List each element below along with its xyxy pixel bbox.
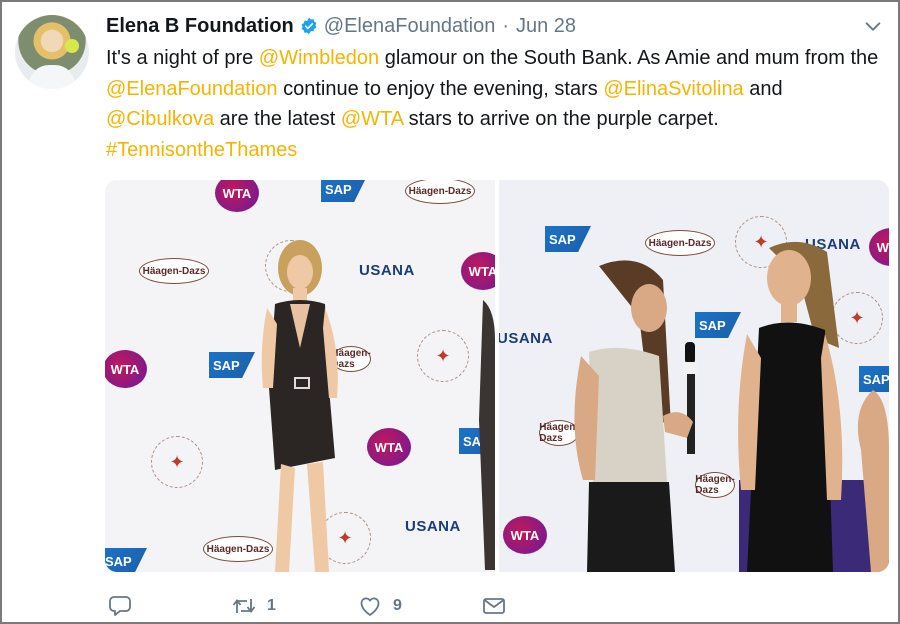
- wta-logo: WTA: [105, 350, 147, 388]
- sap-logo: SAP: [545, 226, 591, 252]
- dubai-duty-free-logo: ✦: [151, 436, 203, 488]
- reply-button[interactable]: [108, 590, 132, 622]
- usana-logo: USANA: [405, 518, 461, 535]
- tweet-text-segment: continue to enjoy the evening, stars: [277, 77, 604, 100]
- mention-link[interactable]: @Wimbledon: [259, 47, 379, 69]
- wta-logo: WTA: [461, 252, 495, 290]
- mention-link[interactable]: @ElenaFoundation: [106, 78, 278, 100]
- tweet-text-segment: It's a night of pre: [106, 47, 259, 69]
- mention-link[interactable]: @Cibulkova: [106, 108, 214, 130]
- tweet-text-segment: are the latest: [214, 108, 341, 130]
- sap-logo: SAP: [859, 366, 889, 392]
- tweet-text-segment: and: [743, 77, 783, 100]
- usana-logo: USANA: [359, 262, 415, 279]
- mention-link[interactable]: @ElinaSvitolina: [603, 78, 743, 100]
- tennis-ball-icon: [65, 39, 79, 53]
- interviewer-figure: [574, 260, 697, 572]
- wta-logo: WTA: [503, 516, 547, 554]
- reply-icon: [109, 596, 131, 616]
- avatar[interactable]: [15, 15, 89, 89]
- tweet-text-segment: glamour on the South Bank. As Amie and m…: [379, 47, 879, 69]
- wta-logo: WTA: [869, 228, 889, 266]
- haagen-dazs-logo: Häagen-Dazs: [139, 258, 209, 284]
- retweet-button[interactable]: 1: [232, 590, 276, 622]
- chevron-down-icon[interactable]: [862, 16, 884, 38]
- wta-logo: WTA: [367, 428, 411, 466]
- tweet-card: Elena B Foundation @ElenaFoundation · Ju…: [0, 0, 900, 624]
- player-black-top-figure: [738, 241, 843, 572]
- haagen-dazs-logo: Häagen-Dazs: [405, 180, 475, 204]
- like-button[interactable]: 9: [358, 590, 402, 622]
- author-handle[interactable]: @ElenaFoundation: [324, 15, 496, 38]
- retweet-count: 1: [267, 597, 276, 614]
- woman-black-dress-figure: [261, 240, 338, 572]
- retweet-icon: [232, 599, 256, 613]
- tweet-text-segment: stars to arrive on the purple carpet.: [403, 108, 719, 130]
- like-count: 9: [393, 597, 402, 614]
- dubai-duty-free-logo: ✦: [417, 330, 469, 382]
- direct-message-button[interactable]: [482, 590, 506, 622]
- usana-logo: USANA: [499, 330, 553, 347]
- mention-link[interactable]: @WTA: [341, 108, 403, 130]
- partial-figure: [857, 390, 889, 572]
- photo-interview-right[interactable]: SAP Häagen-Dazs ✦ USANA WTA USANA SAP ✦ …: [499, 180, 889, 572]
- separator-dot: ·: [502, 14, 509, 37]
- avatar-figure: [29, 65, 75, 89]
- tweet-date[interactable]: Jun 28: [516, 15, 576, 38]
- sap-logo: SAP: [321, 180, 367, 202]
- partial-figure: [479, 300, 495, 570]
- tweet-actions: 1 9: [106, 590, 526, 622]
- tweet-header: Elena B Foundation @ElenaFoundation · Ju…: [106, 12, 576, 40]
- tweet-text: It's a night of pre @Wimbledon glamour o…: [106, 43, 886, 165]
- envelope-icon: [483, 598, 505, 614]
- photo-red-carpet-left[interactable]: WTA SAP Häagen-Dazs Häagen-Dazs ✦ USANA …: [105, 180, 495, 572]
- tweet-media[interactable]: WTA SAP Häagen-Dazs Häagen-Dazs ✦ USANA …: [105, 180, 889, 572]
- wta-logo: WTA: [215, 180, 259, 212]
- sap-logo: SAP: [105, 548, 147, 572]
- author-name[interactable]: Elena B Foundation: [106, 15, 294, 38]
- haagen-dazs-logo: Häagen-Dazs: [645, 230, 715, 256]
- verified-badge-icon: [301, 17, 317, 35]
- heart-icon: [360, 597, 380, 616]
- hashtag-link[interactable]: #TennisontheThames: [106, 139, 297, 161]
